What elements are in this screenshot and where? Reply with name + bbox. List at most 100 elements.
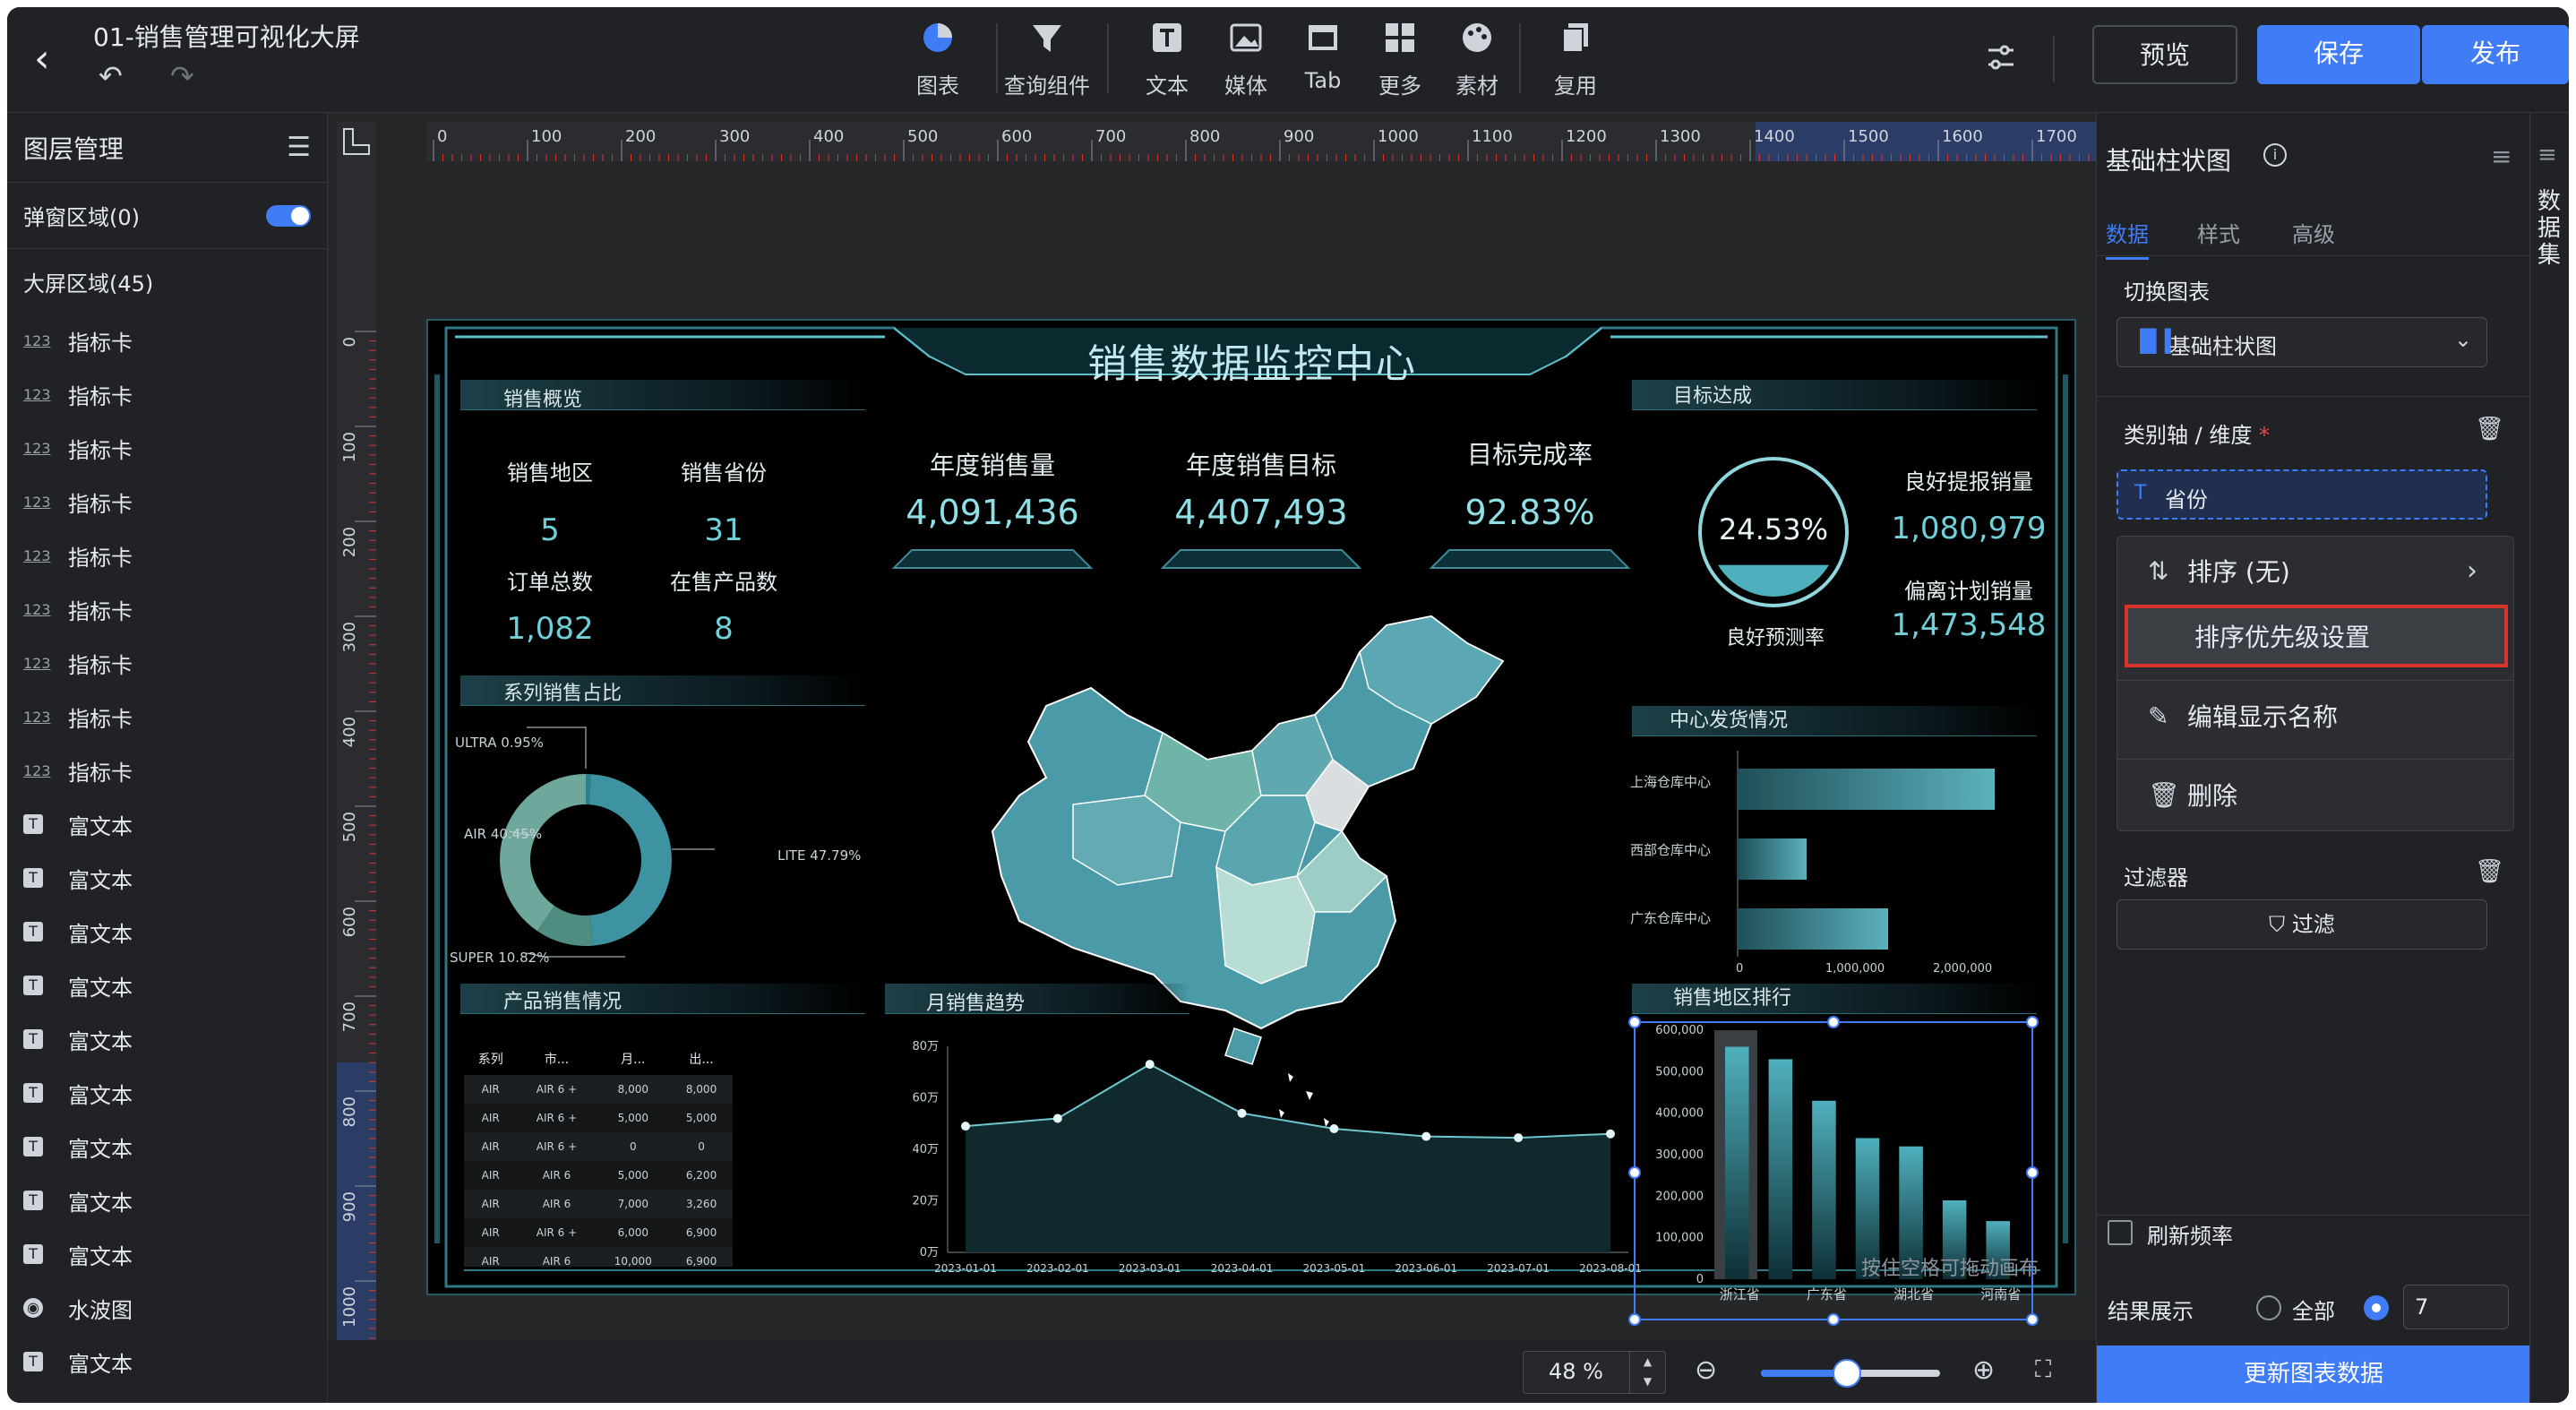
ruler-label: 400 xyxy=(813,127,844,146)
tab-style[interactable]: 样式 xyxy=(2197,217,2240,248)
chart-type-select[interactable]: ▐▌▍ 基础柱状图 ⌄ xyxy=(2117,317,2487,367)
ruler-label: 900 xyxy=(340,1191,359,1222)
menu-item-sort[interactable]: ⇅ 排序 (无) › xyxy=(2117,537,2513,605)
kpi-label: 销售省份 xyxy=(681,460,767,486)
redo-icon[interactable]: ↷ xyxy=(170,59,194,93)
layer-list: 123 指标卡 123 指标卡 123 指标卡 123 指标卡 123 指标卡 123 指标卡 123 指… xyxy=(7,314,327,1389)
text-icon: T xyxy=(23,1029,43,1049)
popup-area-row[interactable]: 弹窗区域(0) xyxy=(7,183,327,249)
zoom-slider[interactable] xyxy=(1761,1359,1940,1388)
preview-button[interactable]: 预览 xyxy=(2092,25,2237,84)
result-count-radio[interactable] xyxy=(2364,1295,2389,1320)
table-row[interactable]: AIR AIR 6 10,000 6,900 xyxy=(464,1247,733,1267)
monthly-trend-chart: 0万 20万 40万 60万 80万 2023-01-01 2023-02-01 2023-0… xyxy=(912,1040,1642,1275)
table-row[interactable]: AIR AIR 6 + 8,000 8,000 xyxy=(464,1075,733,1104)
layer-item[interactable]: 123 指标卡 xyxy=(7,475,327,529)
save-button[interactable]: 保存 xyxy=(2257,25,2420,84)
undo-icon[interactable]: ↶ xyxy=(99,59,123,93)
table-row[interactable]: AIR AIR 6 5,000 6,200 xyxy=(464,1161,733,1190)
menu-icon[interactable]: ☰ xyxy=(287,132,311,163)
layer-item[interactable]: T 富文本 xyxy=(7,797,327,851)
menu-item-sort-priority[interactable]: 排序优先级设置 xyxy=(2125,605,2508,667)
tab-data[interactable]: 数据 xyxy=(2106,217,2149,260)
x-tick-label: 2023-08-01 xyxy=(1579,1262,1642,1275)
layer-item[interactable]: T 富文本 xyxy=(7,905,327,959)
layer-item[interactable]: T 富文本 xyxy=(7,1120,327,1174)
table-row[interactable]: AIR AIR 6 + 6,000 6,900 xyxy=(464,1218,733,1247)
menu-item-delete[interactable]: 🗑 删除 xyxy=(2117,761,2513,829)
warehouse-category: 西部仓库中心 xyxy=(1630,842,1712,858)
layer-item[interactable]: 123 指标卡 xyxy=(7,529,327,582)
result-count-input[interactable]: 7 xyxy=(2403,1285,2509,1329)
settings-sliders-icon[interactable] xyxy=(1985,41,2017,77)
zoom-in-icon[interactable]: ⊕ xyxy=(1972,1354,1995,1386)
layer-item[interactable]: ◉ 水波图 xyxy=(7,1281,327,1335)
sort-icon: ⇅ xyxy=(2148,555,2169,586)
refresh-label: 刷新频率 xyxy=(2147,1224,2233,1249)
layer-item[interactable]: 123 指标卡 xyxy=(7,314,327,367)
zoom-stepper-icon[interactable]: ▲ ▼ xyxy=(1629,1352,1665,1393)
layer-panel-header: 图层管理 ☰ xyxy=(7,113,327,183)
layer-item[interactable]: 123 指标卡 xyxy=(7,582,327,636)
ruler-label: 1400 xyxy=(1754,127,1795,146)
product-table[interactable]: 系列 市... 月... 出... AIR AIR 6 +8,000 8,000 AIR AIR… xyxy=(464,1043,734,1267)
number-icon: 123 xyxy=(23,761,51,779)
kpi-label: 订单总数 xyxy=(507,570,593,595)
toolbar-query[interactable]: 查询组件 xyxy=(998,20,1096,99)
dimension-field[interactable]: T 省份 xyxy=(2117,469,2487,520)
layer-item[interactable]: 123 指标卡 xyxy=(7,690,327,744)
rail-collapse-icon[interactable]: ≡ xyxy=(2537,142,2557,168)
layer-item[interactable]: T 富文本 xyxy=(7,1227,327,1281)
field-context-menu: ⇅ 排序 (无) › 排序优先级设置 ✎ 编辑显示名称 🗑 删除 xyxy=(2117,536,2514,831)
filter-button[interactable]: ⛉ 过滤 xyxy=(2117,899,2487,950)
screen-area-row[interactable]: 大屏区域(45) xyxy=(7,249,327,314)
zoom-out-icon[interactable]: ⊖ xyxy=(1695,1354,1717,1386)
layer-item[interactable]: T 富文本 xyxy=(7,1174,327,1227)
y-tick-label: 0万 xyxy=(920,1246,939,1260)
collapse-icon[interactable]: ≡ xyxy=(2491,142,2512,171)
filter-trash-icon[interactable]: 🗑 xyxy=(2475,858,2504,885)
info-icon[interactable]: i xyxy=(2263,143,2287,167)
tab-advanced[interactable]: 高级 xyxy=(2292,217,2335,248)
popup-area-toggle[interactable] xyxy=(266,204,311,227)
layer-item[interactable]: T 富文本 xyxy=(7,1066,327,1120)
text-icon: T xyxy=(23,1083,43,1103)
zoom-slider-handle[interactable] xyxy=(1833,1359,1861,1388)
refresh-checkbox[interactable] xyxy=(2108,1220,2133,1245)
layer-item[interactable]: T 富文本 xyxy=(7,851,327,905)
dataset-rail[interactable]: ≡ 数据集 xyxy=(2529,113,2569,1403)
layer-item[interactable]: T 富文本 xyxy=(7,959,327,1012)
result-all-radio[interactable] xyxy=(2256,1295,2281,1320)
ruler-label: 700 xyxy=(340,1002,359,1032)
trash-icon[interactable]: 🗑 xyxy=(2475,416,2504,443)
back-arrow-icon[interactable]: ‹ xyxy=(34,36,50,82)
table-row[interactable]: AIR AIR 6 + 5,000 5,000 xyxy=(464,1104,733,1132)
text-icon: T xyxy=(23,1191,43,1210)
layer-item[interactable]: 123 指标卡 xyxy=(7,421,327,475)
zoom-input[interactable]: 48 % ▲ ▼ xyxy=(1523,1351,1666,1394)
layer-item[interactable]: 123 指标卡 xyxy=(7,744,327,797)
layer-item[interactable]: T 富文本 xyxy=(7,1012,327,1066)
series-share-donut xyxy=(500,726,715,958)
toolbar-material[interactable]: 素材 xyxy=(1428,20,1526,99)
number-icon: 123 xyxy=(23,385,51,403)
publish-button[interactable]: 发布 xyxy=(2422,25,2569,84)
table-row[interactable]: AIR AIR 6 7,000 3,260 xyxy=(464,1190,733,1218)
layer-item[interactable]: T 富文本 xyxy=(7,1335,327,1389)
dashboard-screen[interactable]: 销售数据监控中心 销售概览 销售地区 5 销售省份 31 订单总数 1,082 … xyxy=(426,319,2076,1326)
canvas-area[interactable]: 0 100 200 300 400 500 600 700 800 900 1000 1100 1200… xyxy=(328,113,2153,1340)
fit-screen-icon[interactable]: ⛶ xyxy=(2035,1356,2051,1384)
trend-point xyxy=(1052,1113,1062,1123)
toolbar-reuse[interactable]: 复用 xyxy=(1526,20,1625,99)
target-value-2: 1,473,548 xyxy=(1891,607,2047,643)
layer-item[interactable]: 123 指标卡 xyxy=(7,367,327,421)
target-percent: 24.53% xyxy=(1718,512,1828,546)
delete-icon: 🗑 xyxy=(2148,779,2180,810)
layer-item-label: 富文本 xyxy=(68,975,133,1001)
update-chart-data-button[interactable]: 更新图表数据 xyxy=(2097,1346,2530,1403)
layer-item[interactable]: 123 指标卡 xyxy=(7,636,327,690)
table-row[interactable]: AIR AIR 6 + 0 0 xyxy=(464,1132,733,1161)
text-icon: T xyxy=(23,976,43,995)
toolbar-chart[interactable]: 图表 xyxy=(889,20,987,99)
menu-item-rename[interactable]: ✎ 编辑显示名称 xyxy=(2117,682,2513,750)
